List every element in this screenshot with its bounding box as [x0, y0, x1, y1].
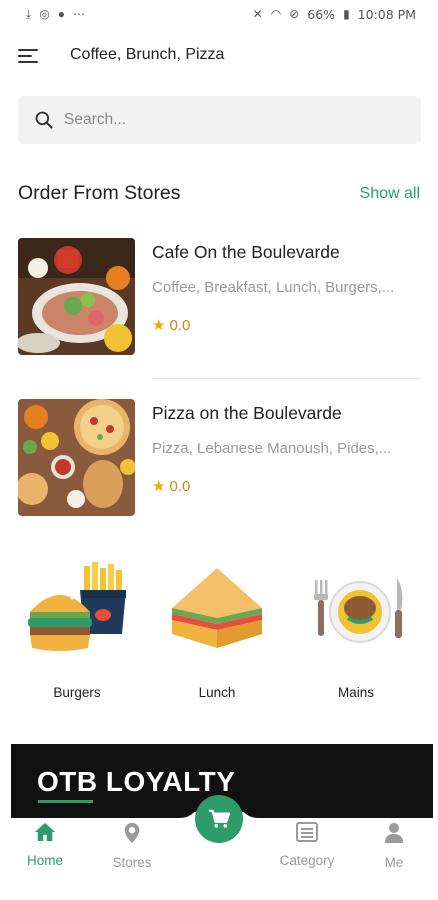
cart-icon	[209, 809, 230, 828]
sandwich-icon	[172, 568, 262, 648]
status-right: ✕ ◠ ⊘ 66% ▮ 10:08 PM	[253, 7, 416, 22]
burger-fries-icon	[28, 562, 126, 651]
store-name: Pizza on the Boulevarde	[152, 403, 342, 423]
location-pin-icon	[124, 822, 140, 844]
search-input[interactable]	[64, 111, 394, 129]
show-all-link[interactable]: Show all	[360, 185, 420, 203]
download-icon: ⤓	[26, 7, 32, 21]
nav-label: Home	[26, 853, 63, 868]
category-burgers[interactable]: Burgers	[17, 560, 137, 705]
nav-me[interactable]: Me	[354, 822, 434, 870]
category-lunch[interactable]: Lunch	[157, 560, 277, 705]
store-tags: Coffee, Breakfast, Lunch, Burgers,...	[152, 279, 395, 296]
messenger-icon: ◎	[39, 7, 50, 21]
store-tags: Pizza, Lebanese Manoush, Pides,...	[152, 440, 392, 457]
battery-icon: ▮	[343, 7, 350, 21]
list-icon	[296, 822, 318, 842]
nav-home[interactable]: Home	[5, 822, 85, 868]
nav-label: Me	[384, 855, 404, 870]
store-thumbnail	[18, 238, 135, 355]
category-label: Lunch	[198, 685, 236, 700]
user-icon	[385, 823, 403, 843]
plate-cutlery-icon	[314, 578, 403, 643]
search-icon	[35, 111, 53, 129]
battery-percent: 66%	[307, 6, 336, 22]
mute-icon: ✕	[252, 7, 263, 21]
divider	[152, 378, 421, 379]
section-title: Order From Stores	[18, 182, 181, 204]
loyalty-title: OTB LOYALTY	[37, 766, 236, 797]
rating-value: 0.0	[169, 316, 191, 334]
nav-stores[interactable]: Stores	[92, 822, 172, 870]
category-label: Burgers	[53, 685, 101, 700]
home-icon	[35, 822, 55, 842]
category-label: Mains	[337, 685, 374, 700]
store-thumbnail	[18, 399, 135, 516]
nav-label: Stores	[112, 855, 152, 870]
loyalty-underline	[38, 800, 93, 803]
status-left: ⤓ ◎ ● ⋯	[26, 8, 85, 20]
nav-label: Category	[279, 853, 335, 868]
app-header: Coffee, Brunch, Pizza	[0, 36, 438, 76]
cart-button[interactable]	[195, 795, 243, 843]
wifi-icon: ◠	[270, 7, 282, 21]
status-bar: ⤓ ◎ ● ⋯ ✕ ◠ ⊘ 66% ▮ 10:08 PM	[0, 0, 438, 28]
no-disturb-icon: ⊘	[289, 7, 300, 21]
store-name: Cafe On the Boulevarde	[152, 242, 340, 262]
search-bar[interactable]	[18, 96, 421, 144]
store-rating: ★ 0.0	[152, 477, 191, 496]
category-mains[interactable]: Mains	[296, 560, 416, 705]
page-title: Coffee, Brunch, Pizza	[70, 46, 225, 63]
nav-category[interactable]: Category	[267, 822, 347, 868]
store-card-pizza[interactable]: Pizza on the Boulevarde Pizza, Lebanese …	[18, 399, 421, 517]
store-rating: ★ 0.0	[152, 316, 191, 335]
rating-value: 0.0	[169, 477, 191, 495]
android-icon: ●	[57, 7, 66, 21]
clock: 10:08 PM	[357, 6, 416, 22]
star-icon: ★	[152, 478, 166, 495]
more-dots-icon: ⋯	[73, 7, 86, 21]
hamburger-menu-icon[interactable]	[18, 49, 40, 65]
star-icon: ★	[152, 317, 166, 334]
store-card-cafe[interactable]: Cafe On the Boulevarde Coffee, Breakfast…	[18, 238, 421, 356]
